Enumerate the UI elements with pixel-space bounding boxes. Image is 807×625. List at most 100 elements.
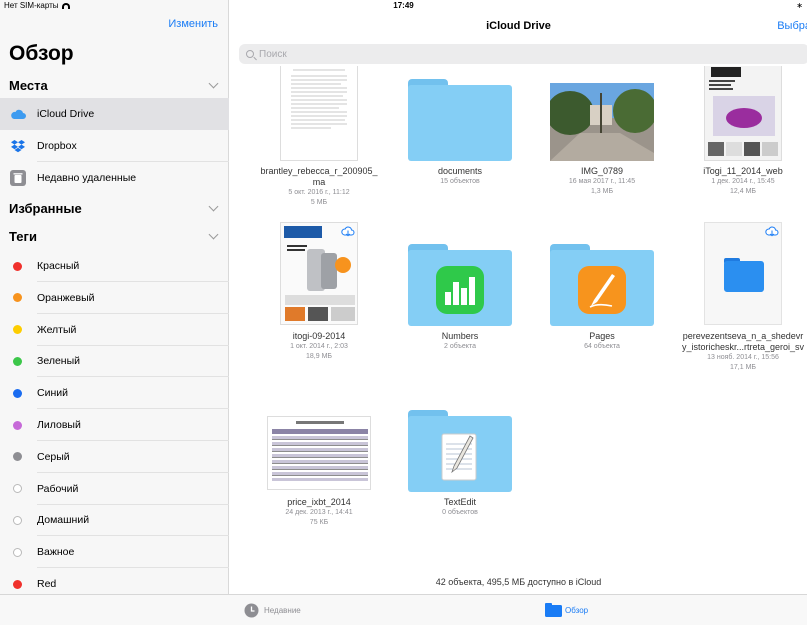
folder-item-pages[interactable]: Pages 64 объекта: [532, 331, 672, 352]
sidebar-item-recently-deleted[interactable]: Недавно удаленные: [0, 162, 229, 194]
file-item-itogi-11-2014[interactable]: iTogi_11_2014_web 1 дек. 2014 г., 15:45 …: [673, 166, 807, 197]
wifi-icon: [61, 2, 70, 9]
sidebar-tag-item[interactable]: Красный: [0, 250, 229, 282]
chevron-down-icon: [208, 201, 219, 211]
folder-name: Pages: [589, 331, 615, 341]
places-header[interactable]: Места: [9, 75, 221, 95]
sidebar-item-label: Зеленый: [37, 355, 81, 368]
sidebar-item-label: Red: [37, 578, 57, 590]
folder-name: documents: [437, 166, 483, 176]
sidebar-item-label: Лиловый: [37, 419, 81, 431]
folder-item-documents[interactable]: documents 15 объектов: [390, 166, 530, 187]
file-name: itogi-09-2014: [292, 331, 346, 341]
photo-thumbnail[interactable]: [550, 83, 654, 161]
search-icon: [246, 50, 254, 58]
sidebar-tag-item[interactable]: Оранжевый: [0, 282, 229, 314]
file-item-price-ixbt-2014[interactable]: price_ixbt_2014 24 дек. 2013 г., 14:41 7…: [249, 497, 389, 528]
numbers-app-icon: [436, 266, 484, 314]
folder-icon: [545, 603, 562, 617]
folder-count: 15 объектов: [440, 178, 480, 185]
textedit-app-icon: [441, 433, 477, 481]
cloud-download-icon: [341, 225, 355, 243]
sidebar-item-label: iCloud Drive: [37, 108, 95, 120]
storage-info: 42 объекта, 495,5 МБ доступно в iCloud: [435, 577, 602, 587]
tag-color-dot: [13, 544, 22, 560]
sidebar-item-dropbox[interactable]: Dropbox: [0, 130, 229, 162]
sidebar-title: Обзор: [9, 42, 74, 65]
select-button[interactable]: Выбра: [777, 20, 807, 32]
status-bar: Нет SIM-карты 17:49 ∗: [0, 0, 807, 12]
folder-icon[interactable]: [550, 244, 654, 326]
search-placeholder: Поиск: [259, 48, 287, 60]
favorites-header[interactable]: Избранные: [9, 198, 221, 218]
file-item-itogi-09-2014[interactable]: itogi-09-2014 1 окт. 2014 г., 2:03 18,9 …: [249, 331, 389, 362]
pages-app-icon: [578, 266, 626, 314]
carrier-label: Нет SIM-карты: [4, 1, 59, 10]
file-name: brantley_rebecca_r_200905_ ma: [260, 166, 378, 187]
favorites-header-label: Избранные: [9, 200, 82, 216]
sidebar-tag-item[interactable]: Рабочий: [0, 473, 229, 505]
tab-browse[interactable]: Обзор: [545, 603, 588, 617]
sidebar-tag-item[interactable]: Зеленый: [0, 345, 229, 378]
tag-color-dot: [13, 322, 22, 338]
tag-color-dot: [13, 512, 22, 528]
sidebar-item-label: Красный: [37, 260, 80, 272]
sidebar: Изменить Обзор Места iCloud Drive Dropbo…: [0, 0, 229, 600]
file-size: 1,3 МБ: [590, 188, 614, 195]
tag-color-dot: [13, 385, 22, 401]
sidebar-tag-item[interactable]: Домашний: [0, 504, 229, 537]
tab-recent[interactable]: Недавние: [244, 603, 301, 618]
sidebar-item-label: Желтый: [37, 323, 77, 336]
file-size: 17,1 МБ: [730, 364, 756, 371]
tags-header[interactable]: Теги: [9, 226, 221, 246]
tag-color-dot: [13, 258, 22, 274]
sidebar-item-label: Оранжевый: [37, 291, 95, 304]
sidebar-item-icloud-drive[interactable]: iCloud Drive: [0, 98, 229, 130]
sidebar-item-label: Синий: [37, 387, 68, 400]
sidebar-item-label: Недавно удаленные: [37, 172, 137, 184]
chevron-down-icon: [208, 78, 219, 88]
file-thumbnail[interactable]: [704, 222, 782, 325]
clock: 17:49: [393, 1, 414, 10]
file-name: iTogi_11_2014_web: [703, 166, 783, 176]
clock-icon: [244, 603, 259, 618]
folder-icon[interactable]: [408, 79, 512, 161]
magazine-thumbnail[interactable]: [280, 222, 358, 325]
tag-color-dot: [13, 417, 22, 433]
tab-bar: Недавние Обзор: [0, 594, 807, 625]
file-name: IMG_0789: [580, 166, 624, 176]
file-item-brantley[interactable]: brantley_rebecca_r_200905_ ma 5 окт. 201…: [249, 166, 389, 208]
folder-name: TextEdit: [443, 497, 476, 507]
file-date: 5 окт. 2016 г., 11:12: [288, 189, 350, 196]
file-item-img-0789[interactable]: IMG_0789 16 мая 2017 г., 11:45 1,3 МБ: [532, 166, 672, 197]
file-date: 16 мая 2017 г., 11:45: [568, 178, 636, 185]
tag-color-dot: [13, 576, 22, 592]
tab-label: Недавние: [264, 606, 301, 615]
edit-button[interactable]: Изменить: [168, 18, 218, 30]
file-item-perevezentseva[interactable]: perevezentseva_n_a_shedevr y_istorichesk…: [673, 331, 807, 373]
search-input[interactable]: Поиск: [239, 44, 807, 64]
tag-color-dot: [13, 481, 22, 497]
document-thumbnail[interactable]: [280, 66, 358, 161]
file-date: 13 нояб. 2014 г., 15:56: [707, 354, 779, 361]
spreadsheet-thumbnail[interactable]: [267, 416, 371, 490]
file-name: perevezentseva_n_a_shedevr y_istorichesk…: [681, 331, 805, 352]
bluetooth-icon: ∗: [796, 1, 803, 10]
folder-item-textedit[interactable]: TextEdit 0 объектов: [390, 497, 530, 518]
sidebar-tag-item[interactable]: Важное: [0, 536, 229, 569]
sidebar-tag-item[interactable]: Лиловый: [0, 409, 229, 441]
folder-icon[interactable]: [408, 244, 512, 326]
folder-count: 0 объектов: [442, 509, 478, 516]
sidebar-tag-item[interactable]: Серый: [0, 441, 229, 473]
sidebar-tag-item[interactable]: Желтый: [0, 314, 229, 346]
sidebar-tag-item[interactable]: Синий: [0, 377, 229, 410]
cloud-download-icon: [765, 225, 779, 243]
folder-icon[interactable]: [408, 410, 512, 492]
magazine-thumbnail[interactable]: [704, 66, 782, 161]
sidebar-item-label: Рабочий: [37, 482, 79, 495]
main-content: iCloud Drive Выбра Поиск brantley_rebecc…: [230, 0, 807, 594]
places-header-label: Места: [9, 77, 48, 93]
folder-item-numbers[interactable]: Numbers 2 объекта: [390, 331, 530, 352]
sidebar-item-label: Важное: [37, 546, 75, 559]
dropbox-icon: [10, 138, 26, 154]
